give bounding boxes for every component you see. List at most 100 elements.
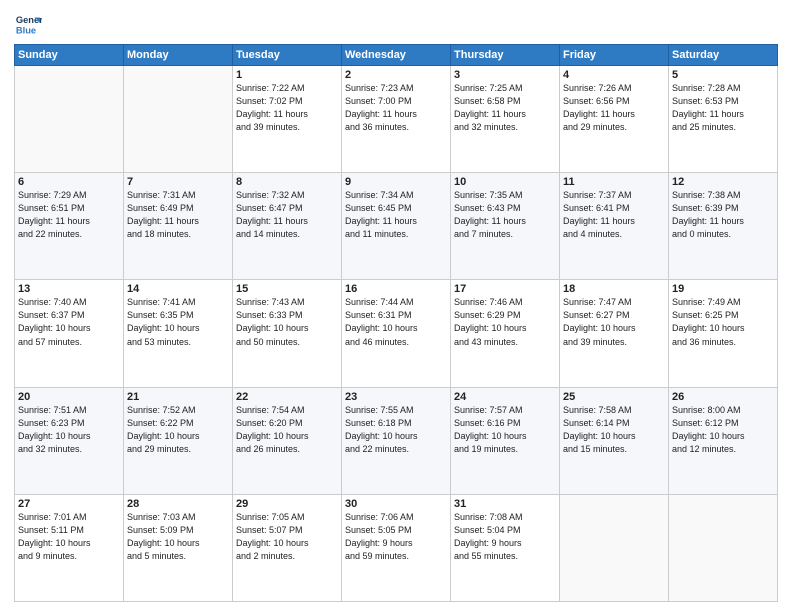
calendar-cell: 29Sunrise: 7:05 AM Sunset: 5:07 PM Dayli… xyxy=(233,494,342,601)
day-info: Sunrise: 7:01 AM Sunset: 5:11 PM Dayligh… xyxy=(18,511,120,563)
day-number: 2 xyxy=(345,69,447,81)
day-info: Sunrise: 7:03 AM Sunset: 5:09 PM Dayligh… xyxy=(127,511,229,563)
day-info: Sunrise: 7:44 AM Sunset: 6:31 PM Dayligh… xyxy=(345,296,447,348)
calendar-week-row: 6Sunrise: 7:29 AM Sunset: 6:51 PM Daylig… xyxy=(15,173,778,280)
weekday-header: Monday xyxy=(124,45,233,66)
weekday-header: Tuesday xyxy=(233,45,342,66)
day-number: 12 xyxy=(672,176,774,188)
day-info: Sunrise: 7:29 AM Sunset: 6:51 PM Dayligh… xyxy=(18,189,120,241)
day-number: 11 xyxy=(563,176,665,188)
day-info: Sunrise: 7:34 AM Sunset: 6:45 PM Dayligh… xyxy=(345,189,447,241)
calendar-cell: 8Sunrise: 7:32 AM Sunset: 6:47 PM Daylig… xyxy=(233,173,342,280)
day-info: Sunrise: 7:52 AM Sunset: 6:22 PM Dayligh… xyxy=(127,404,229,456)
day-number: 29 xyxy=(236,498,338,510)
day-info: Sunrise: 7:37 AM Sunset: 6:41 PM Dayligh… xyxy=(563,189,665,241)
day-info: Sunrise: 7:06 AM Sunset: 5:05 PM Dayligh… xyxy=(345,511,447,563)
logo: General Blue xyxy=(14,10,46,38)
calendar-cell: 28Sunrise: 7:03 AM Sunset: 5:09 PM Dayli… xyxy=(124,494,233,601)
calendar-week-row: 27Sunrise: 7:01 AM Sunset: 5:11 PM Dayli… xyxy=(15,494,778,601)
calendar-header-row: SundayMondayTuesdayWednesdayThursdayFrid… xyxy=(15,45,778,66)
calendar-cell: 21Sunrise: 7:52 AM Sunset: 6:22 PM Dayli… xyxy=(124,387,233,494)
calendar-cell: 30Sunrise: 7:06 AM Sunset: 5:05 PM Dayli… xyxy=(342,494,451,601)
day-number: 24 xyxy=(454,391,556,403)
day-info: Sunrise: 7:28 AM Sunset: 6:53 PM Dayligh… xyxy=(672,82,774,134)
day-number: 3 xyxy=(454,69,556,81)
calendar-cell: 5Sunrise: 7:28 AM Sunset: 6:53 PM Daylig… xyxy=(669,66,778,173)
calendar-cell: 20Sunrise: 7:51 AM Sunset: 6:23 PM Dayli… xyxy=(15,387,124,494)
weekday-header: Thursday xyxy=(451,45,560,66)
calendar-cell: 3Sunrise: 7:25 AM Sunset: 6:58 PM Daylig… xyxy=(451,66,560,173)
day-info: Sunrise: 7:31 AM Sunset: 6:49 PM Dayligh… xyxy=(127,189,229,241)
day-number: 27 xyxy=(18,498,120,510)
header: General Blue xyxy=(14,10,778,38)
day-number: 20 xyxy=(18,391,120,403)
weekday-header: Saturday xyxy=(669,45,778,66)
day-number: 28 xyxy=(127,498,229,510)
day-info: Sunrise: 7:38 AM Sunset: 6:39 PM Dayligh… xyxy=(672,189,774,241)
day-number: 31 xyxy=(454,498,556,510)
calendar-cell: 15Sunrise: 7:43 AM Sunset: 6:33 PM Dayli… xyxy=(233,280,342,387)
day-info: Sunrise: 7:22 AM Sunset: 7:02 PM Dayligh… xyxy=(236,82,338,134)
day-info: Sunrise: 7:25 AM Sunset: 6:58 PM Dayligh… xyxy=(454,82,556,134)
day-info: Sunrise: 7:35 AM Sunset: 6:43 PM Dayligh… xyxy=(454,189,556,241)
calendar-cell xyxy=(124,66,233,173)
day-info: Sunrise: 7:49 AM Sunset: 6:25 PM Dayligh… xyxy=(672,296,774,348)
day-info: Sunrise: 8:00 AM Sunset: 6:12 PM Dayligh… xyxy=(672,404,774,456)
day-info: Sunrise: 7:32 AM Sunset: 6:47 PM Dayligh… xyxy=(236,189,338,241)
calendar-cell: 14Sunrise: 7:41 AM Sunset: 6:35 PM Dayli… xyxy=(124,280,233,387)
weekday-header: Wednesday xyxy=(342,45,451,66)
day-info: Sunrise: 7:43 AM Sunset: 6:33 PM Dayligh… xyxy=(236,296,338,348)
day-number: 23 xyxy=(345,391,447,403)
day-info: Sunrise: 7:41 AM Sunset: 6:35 PM Dayligh… xyxy=(127,296,229,348)
calendar-week-row: 1Sunrise: 7:22 AM Sunset: 7:02 PM Daylig… xyxy=(15,66,778,173)
calendar-cell: 26Sunrise: 8:00 AM Sunset: 6:12 PM Dayli… xyxy=(669,387,778,494)
calendar-cell: 24Sunrise: 7:57 AM Sunset: 6:16 PM Dayli… xyxy=(451,387,560,494)
calendar-cell: 2Sunrise: 7:23 AM Sunset: 7:00 PM Daylig… xyxy=(342,66,451,173)
calendar-week-row: 20Sunrise: 7:51 AM Sunset: 6:23 PM Dayli… xyxy=(15,387,778,494)
day-info: Sunrise: 7:08 AM Sunset: 5:04 PM Dayligh… xyxy=(454,511,556,563)
calendar-cell: 12Sunrise: 7:38 AM Sunset: 6:39 PM Dayli… xyxy=(669,173,778,280)
calendar-cell xyxy=(669,494,778,601)
day-number: 8 xyxy=(236,176,338,188)
calendar-cell: 27Sunrise: 7:01 AM Sunset: 5:11 PM Dayli… xyxy=(15,494,124,601)
day-number: 30 xyxy=(345,498,447,510)
day-number: 10 xyxy=(454,176,556,188)
day-number: 22 xyxy=(236,391,338,403)
calendar-cell: 9Sunrise: 7:34 AM Sunset: 6:45 PM Daylig… xyxy=(342,173,451,280)
calendar-cell: 13Sunrise: 7:40 AM Sunset: 6:37 PM Dayli… xyxy=(15,280,124,387)
calendar-cell: 4Sunrise: 7:26 AM Sunset: 6:56 PM Daylig… xyxy=(560,66,669,173)
day-number: 19 xyxy=(672,283,774,295)
calendar-cell: 22Sunrise: 7:54 AM Sunset: 6:20 PM Dayli… xyxy=(233,387,342,494)
day-number: 25 xyxy=(563,391,665,403)
day-number: 21 xyxy=(127,391,229,403)
day-number: 14 xyxy=(127,283,229,295)
calendar-cell: 19Sunrise: 7:49 AM Sunset: 6:25 PM Dayli… xyxy=(669,280,778,387)
day-info: Sunrise: 7:58 AM Sunset: 6:14 PM Dayligh… xyxy=(563,404,665,456)
day-number: 7 xyxy=(127,176,229,188)
day-number: 15 xyxy=(236,283,338,295)
day-info: Sunrise: 7:47 AM Sunset: 6:27 PM Dayligh… xyxy=(563,296,665,348)
logo-icon: General Blue xyxy=(14,10,42,38)
calendar: SundayMondayTuesdayWednesdayThursdayFrid… xyxy=(14,44,778,602)
day-number: 17 xyxy=(454,283,556,295)
day-number: 6 xyxy=(18,176,120,188)
calendar-week-row: 13Sunrise: 7:40 AM Sunset: 6:37 PM Dayli… xyxy=(15,280,778,387)
calendar-cell: 6Sunrise: 7:29 AM Sunset: 6:51 PM Daylig… xyxy=(15,173,124,280)
day-number: 13 xyxy=(18,283,120,295)
weekday-header: Friday xyxy=(560,45,669,66)
weekday-header: Sunday xyxy=(15,45,124,66)
day-number: 4 xyxy=(563,69,665,81)
day-number: 1 xyxy=(236,69,338,81)
calendar-cell: 23Sunrise: 7:55 AM Sunset: 6:18 PM Dayli… xyxy=(342,387,451,494)
day-number: 9 xyxy=(345,176,447,188)
day-info: Sunrise: 7:57 AM Sunset: 6:16 PM Dayligh… xyxy=(454,404,556,456)
day-info: Sunrise: 7:40 AM Sunset: 6:37 PM Dayligh… xyxy=(18,296,120,348)
day-number: 16 xyxy=(345,283,447,295)
day-info: Sunrise: 7:46 AM Sunset: 6:29 PM Dayligh… xyxy=(454,296,556,348)
day-number: 5 xyxy=(672,69,774,81)
calendar-cell: 7Sunrise: 7:31 AM Sunset: 6:49 PM Daylig… xyxy=(124,173,233,280)
calendar-cell: 10Sunrise: 7:35 AM Sunset: 6:43 PM Dayli… xyxy=(451,173,560,280)
day-info: Sunrise: 7:54 AM Sunset: 6:20 PM Dayligh… xyxy=(236,404,338,456)
calendar-cell: 11Sunrise: 7:37 AM Sunset: 6:41 PM Dayli… xyxy=(560,173,669,280)
calendar-cell: 25Sunrise: 7:58 AM Sunset: 6:14 PM Dayli… xyxy=(560,387,669,494)
